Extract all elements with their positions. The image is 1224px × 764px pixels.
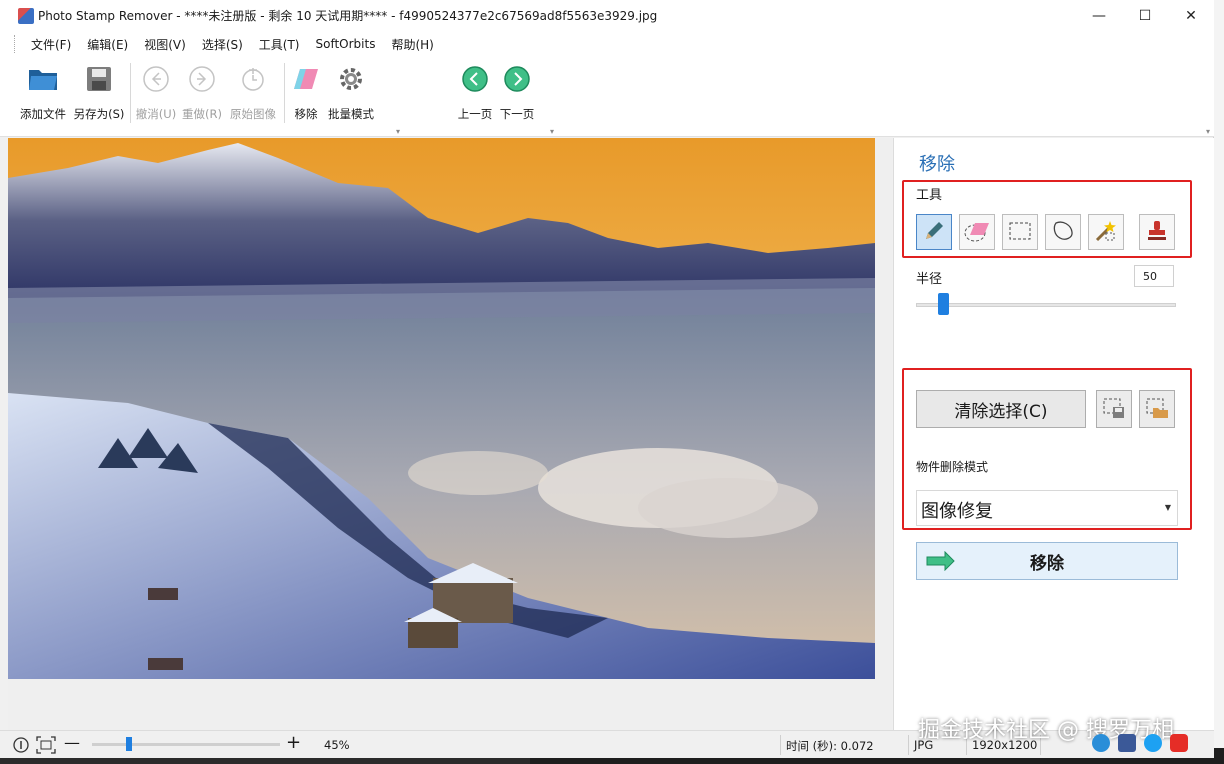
mode-select[interactable]: 图像修复 ▼ xyxy=(916,490,1178,526)
menu-select[interactable]: 选择(S) xyxy=(194,36,251,53)
remove-panel: 移除 工具 半径 50 清除选择(C) 物件删除模式 图像修复 ▼ 移除 xyxy=(893,138,1214,730)
lasso-tool-button[interactable] xyxy=(1045,214,1081,250)
undo-button[interactable]: 撤消(U) xyxy=(134,57,178,137)
batch-mode-button[interactable]: 批量模式 xyxy=(326,57,376,137)
batch-mode-label: 批量模式 xyxy=(328,107,374,121)
menu-edit[interactable]: 编辑(E) xyxy=(79,36,136,53)
processing-time: 时间 (秒): 0.072 xyxy=(786,739,874,753)
redo-button[interactable]: 重做(R) xyxy=(180,57,224,137)
eraser-select-icon xyxy=(963,219,991,246)
pencil-tool-button[interactable] xyxy=(916,214,952,250)
mountain-photo[interactable] xyxy=(8,138,875,679)
maximize-button[interactable]: ☐ xyxy=(1122,0,1168,31)
toolbar-separator xyxy=(284,63,285,123)
toolbar-grip: ▾ xyxy=(1206,127,1211,136)
toolbar-separator xyxy=(130,63,131,123)
magic-wand-icon xyxy=(1094,219,1118,246)
gear-icon xyxy=(335,63,367,95)
app-window: Photo Stamp Remover - ****未注册版 - 剩余 10 天… xyxy=(0,0,1214,758)
menu-grip xyxy=(14,35,17,53)
zoom-in-icon[interactable]: + xyxy=(286,732,301,753)
arrow-right-icon xyxy=(501,63,533,95)
undo-label: 撤消(U) xyxy=(135,107,177,121)
mode-label: 物件删除模式 xyxy=(916,460,989,474)
stamp-icon xyxy=(1145,219,1169,246)
facebook-icon[interactable] xyxy=(1118,734,1136,752)
save-selection-icon xyxy=(1102,397,1126,422)
radius-label: 半径 xyxy=(916,272,943,287)
menu-bar: 文件(F) 编辑(E) 视图(V) 选择(S) 工具(T) SoftOrbits… xyxy=(0,31,1214,57)
image-canvas[interactable] xyxy=(8,138,892,730)
window-controls: — ☐ ✕ xyxy=(1076,0,1214,31)
menu-help[interactable]: 帮助(H) xyxy=(383,36,441,53)
window-title: Photo Stamp Remover - ****未注册版 - 剩余 10 天… xyxy=(38,9,658,23)
original-image-button[interactable]: 原始图像 xyxy=(226,57,280,137)
folder-icon xyxy=(27,63,59,95)
fit-icon[interactable] xyxy=(12,736,30,757)
close-button[interactable]: ✕ xyxy=(1168,0,1214,31)
eraser-icon xyxy=(290,63,322,95)
panel-title: 移除 xyxy=(919,154,955,175)
toolbar-grip: ▾ xyxy=(396,127,401,136)
title-bar: Photo Stamp Remover - ****未注册版 - 剩余 10 天… xyxy=(0,0,1214,31)
redo-label: 重做(R) xyxy=(182,107,222,121)
arrow-left-icon xyxy=(140,63,172,95)
prev-page-label: 上一页 xyxy=(457,107,493,121)
restore-icon xyxy=(237,63,269,95)
menu-tools[interactable]: 工具(T) xyxy=(251,36,308,53)
save-selection-button[interactable] xyxy=(1096,390,1132,428)
rect-select-icon xyxy=(1008,221,1032,244)
youtube-icon[interactable] xyxy=(1170,734,1188,752)
magic-wand-tool-button[interactable] xyxy=(1088,214,1124,250)
minimize-button[interactable]: — xyxy=(1076,0,1122,31)
rect-select-tool-button[interactable] xyxy=(1002,214,1038,250)
menu-view[interactable]: 视图(V) xyxy=(136,36,194,53)
background-window xyxy=(1214,0,1224,764)
app-icon xyxy=(18,7,34,24)
stamp-tool-button[interactable] xyxy=(1139,214,1175,250)
load-selection-icon xyxy=(1145,397,1169,422)
add-file-label: 添加文件 xyxy=(20,107,66,121)
zoom-out-icon[interactable]: — xyxy=(64,733,80,752)
next-page-button[interactable]: 下一页 xyxy=(498,57,536,137)
clear-selection-button[interactable]: 清除选择(C) xyxy=(916,390,1086,428)
dropdown-caret-icon: ▼ xyxy=(1164,503,1171,512)
arrow-right-icon xyxy=(186,63,218,95)
save-as-button[interactable]: 另存为(S) xyxy=(72,57,126,137)
radius-slider-thumb[interactable] xyxy=(938,293,949,315)
twitter-icon[interactable] xyxy=(1144,734,1162,752)
radius-input[interactable]: 50 xyxy=(1134,265,1174,287)
menu-file[interactable]: 文件(F) xyxy=(23,36,79,53)
actual-size-icon[interactable] xyxy=(36,736,56,757)
zoom-slider-thumb[interactable] xyxy=(126,737,132,751)
zoom-slider-track[interactable] xyxy=(92,743,280,746)
info-icon[interactable] xyxy=(1092,734,1110,752)
remove-tool-label: 移除 xyxy=(294,107,318,121)
pencil-icon xyxy=(922,219,946,246)
remove-tool-button[interactable]: 移除 xyxy=(288,57,324,137)
original-image-label: 原始图像 xyxy=(230,107,276,121)
tools-label: 工具 xyxy=(916,188,943,203)
eraser-tool-button[interactable] xyxy=(959,214,995,250)
remove-button[interactable]: 移除 xyxy=(916,542,1178,580)
next-page-label: 下一页 xyxy=(499,107,535,121)
mode-value: 图像修复 xyxy=(921,501,993,522)
save-as-label: 另存为(S) xyxy=(73,107,125,121)
menu-softorbits[interactable]: SoftOrbits xyxy=(308,37,384,51)
radius-slider-track[interactable] xyxy=(916,303,1176,307)
prev-page-button[interactable]: 上一页 xyxy=(456,57,494,137)
load-selection-button[interactable] xyxy=(1139,390,1175,428)
arrow-left-icon xyxy=(459,63,491,95)
status-separator xyxy=(908,735,909,755)
zoom-level: 45% xyxy=(324,738,350,752)
save-icon xyxy=(83,63,115,95)
add-file-button[interactable]: 添加文件 xyxy=(16,57,70,137)
status-separator xyxy=(780,735,781,755)
lasso-icon xyxy=(1051,219,1075,246)
toolbar: 添加文件 另存为(S) 撤消(U) 重做(R) 原始图像 移除 批量模式 ▾ 上… xyxy=(0,57,1214,137)
toolbar-grip: ▾ xyxy=(550,127,555,136)
remove-button-label: 移除 xyxy=(1030,553,1064,574)
arrow-right-icon xyxy=(925,550,955,576)
